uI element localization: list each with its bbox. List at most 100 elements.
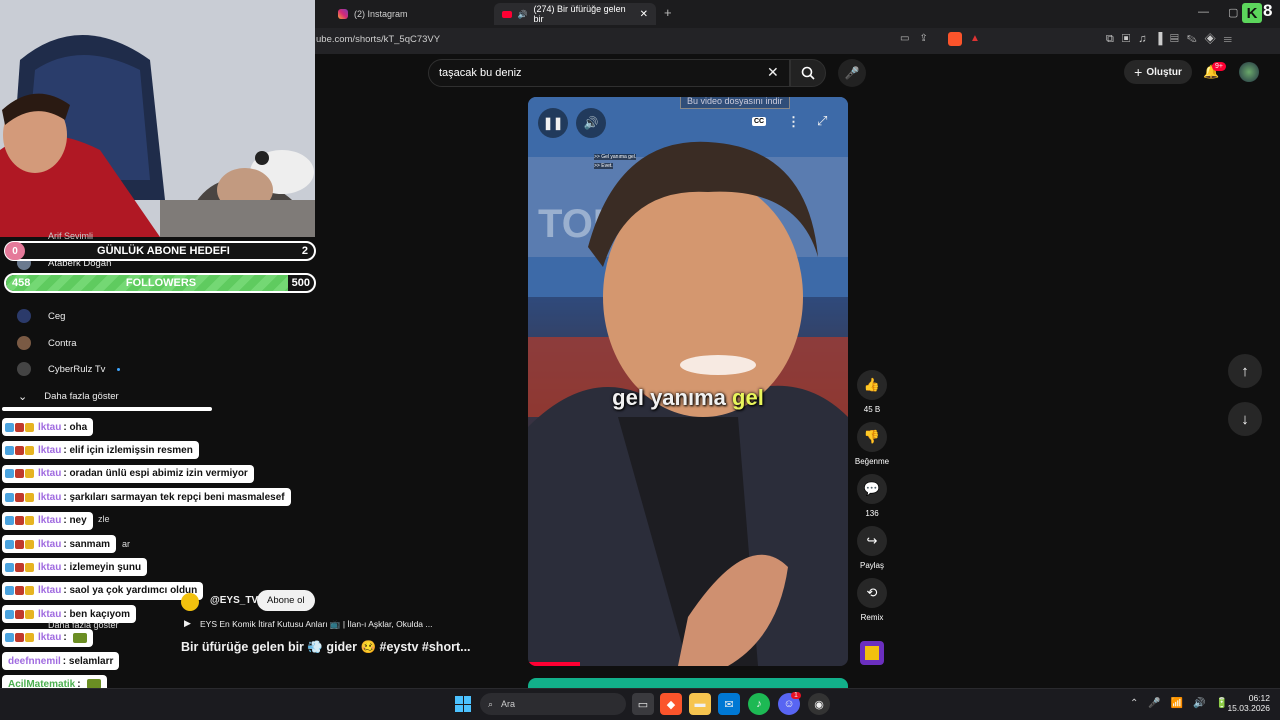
chat-text: : ney	[63, 515, 87, 527]
chat-text: : sanmam	[63, 538, 111, 550]
tab-instagram[interactable]: (2) Instagram	[330, 3, 490, 25]
chat-badge-icon	[5, 633, 14, 643]
start-button[interactable]	[455, 696, 471, 712]
chat-badge-icon	[15, 633, 24, 643]
caption-text: gel yanıma	[612, 385, 726, 410]
sidebar-item-contra[interactable]: Contra	[0, 330, 315, 356]
chat-username[interactable]: lktau	[38, 539, 61, 550]
comments-button[interactable]: 💬	[857, 474, 887, 504]
chat-badge-icon	[5, 469, 14, 479]
channel-avatar[interactable]	[181, 593, 199, 611]
sidebar-item-ceg[interactable]: Ceg	[0, 303, 315, 329]
fullscreen-icon[interactable]: ⤢	[817, 113, 827, 129]
like-button[interactable]: 👍	[857, 370, 887, 400]
share-button[interactable]: ↪	[857, 526, 887, 556]
chat-username[interactable]: lktau	[38, 468, 61, 479]
chat-username[interactable]: lktau	[38, 609, 61, 620]
subscribe-button[interactable]: Abone ol	[257, 590, 315, 611]
cc-button[interactable]: CC	[752, 117, 767, 126]
obs-icon[interactable]: ◉	[808, 693, 830, 715]
followers-current: 458	[12, 277, 31, 289]
chat-username[interactable]: deefnnemil	[8, 656, 61, 667]
instagram-icon	[338, 9, 348, 19]
tray-icons[interactable]: ⌃🎤📶🔊🔋	[1130, 698, 1238, 709]
mic-icon[interactable]: 🎤	[838, 59, 866, 87]
clear-search-icon[interactable]: ✕	[767, 64, 779, 81]
chat-text: :	[63, 632, 67, 644]
chat-badge-icon	[15, 469, 24, 479]
url-field[interactable]: ube.com/shorts/kT_5qC73VY	[316, 34, 440, 45]
remix-button[interactable]: ⟲	[857, 578, 887, 608]
chat-badge-icon	[5, 422, 14, 432]
chat-message: lktau: oha	[2, 418, 94, 436]
more-options-icon[interactable]: ⋮	[787, 114, 800, 130]
chat-badge-icon	[25, 516, 34, 526]
tiny-subtitle: >> Gel yanıma gel.	[594, 154, 637, 160]
goal-label: GÜNLÜK ABONE HEDEFI	[97, 245, 230, 257]
subscriber-goal-bar: 0 GÜNLÜK ABONE HEDEFI 2	[4, 241, 316, 261]
caption: gel yanıma gel	[528, 385, 848, 411]
search-button[interactable]	[790, 59, 826, 87]
next-short-button[interactable]: ↓	[1228, 402, 1262, 436]
chat-badge-icon	[25, 469, 34, 479]
new-tab-button[interactable]: +	[664, 5, 672, 20]
chat-text: : izlemeyin şunu	[63, 561, 142, 573]
chat-badge-icon	[25, 445, 34, 455]
previous-short-button[interactable]: ↑	[1228, 354, 1262, 388]
pause-icon[interactable]: ❚❚	[538, 108, 568, 138]
profile-avatar[interactable]	[1239, 62, 1259, 82]
chat-badge-icon	[5, 516, 14, 526]
chat-username[interactable]: lktau	[38, 515, 61, 526]
emote-icon	[72, 632, 87, 643]
rewards-icon[interactable]: ▲	[970, 33, 980, 44]
download-hint[interactable]: Bu video dosyasını indir	[680, 97, 790, 109]
close-tab-icon[interactable]: ✕	[640, 9, 648, 20]
video-progress[interactable]	[528, 662, 580, 666]
plus-icon: +	[1134, 64, 1143, 80]
clock[interactable]: 06:12 15.03.2026	[1226, 693, 1270, 713]
sound-thumbnail[interactable]	[860, 641, 884, 665]
sidebar-item-cyberrulz[interactable]: CyberRulz Tv	[0, 356, 315, 382]
task-view-icon[interactable]: ▭	[632, 693, 654, 715]
file-explorer-icon[interactable]: ▬	[689, 693, 711, 715]
chat-username[interactable]: lktau	[38, 492, 61, 503]
tab-label: (2) Instagram	[354, 9, 408, 19]
next-video-peek[interactable]	[528, 678, 848, 688]
create-button[interactable]: + Oluştur	[1124, 60, 1192, 84]
followers-label: FOLLOWERS	[125, 277, 197, 289]
playlist-link[interactable]: EYS En Komik İtiraf Kutusu Anları 📺 | İl…	[200, 619, 432, 630]
tab-youtube[interactable]: 🔊 (274) Bir üfürüğe gelen bir ✕	[494, 3, 656, 25]
channel-name[interactable]: @EYS_TV	[210, 595, 258, 606]
mail-icon[interactable]: ✉	[718, 693, 740, 715]
chat-message: lktau: sanmam	[2, 535, 117, 553]
chat-username[interactable]: lktau	[38, 585, 61, 596]
sidebar-item-label: Contra	[48, 337, 77, 349]
chat-username[interactable]: lktau	[38, 422, 61, 433]
chat-text: : selamlarr	[62, 655, 114, 667]
brave-icon[interactable]: ◆	[660, 693, 682, 715]
share-icon: ↪	[866, 533, 878, 548]
sidebar-item-label: Ceg	[48, 310, 66, 322]
brave-shield-icon[interactable]	[948, 32, 962, 46]
search-input[interactable]: taşacak bu deniz	[428, 59, 790, 87]
chat-username[interactable]: lktau	[38, 632, 61, 643]
maximize-button[interactable]: ▢	[1228, 6, 1238, 19]
shorts-video-player[interactable]: TOLL >> Gel yanıma gel. >> Evet. Bu vide…	[528, 97, 848, 666]
sidebar-show-more[interactable]: ⌄ Daha fazla göster	[0, 383, 315, 409]
chat-username[interactable]: lktau	[38, 445, 61, 456]
volume-icon[interactable]: 🔊	[576, 108, 606, 138]
taskbar-search[interactable]: ⌕ Ara	[480, 693, 626, 715]
extension-icons[interactable]: ⧉▣♫▐▤✎◈☰	[1106, 33, 1240, 46]
address-bar-icons[interactable]: ▭⇪	[900, 33, 938, 44]
dislike-button[interactable]: 👎	[857, 422, 887, 452]
spotify-icon[interactable]: ♪	[748, 693, 770, 715]
chat-badge-icon	[25, 609, 34, 619]
video-frame: TOLL	[528, 97, 848, 666]
sidebar-partial-item[interactable]: Arif Sevimli	[48, 231, 93, 241]
chat-username[interactable]: lktau	[38, 562, 61, 573]
chat-text: : ben kaçıyom	[63, 608, 131, 620]
play-icon: ▶	[184, 618, 191, 628]
chat-peek-text: Daha fazla göster	[48, 620, 119, 630]
minimize-button[interactable]: —	[1198, 6, 1209, 18]
followers-target: 500	[291, 277, 310, 289]
